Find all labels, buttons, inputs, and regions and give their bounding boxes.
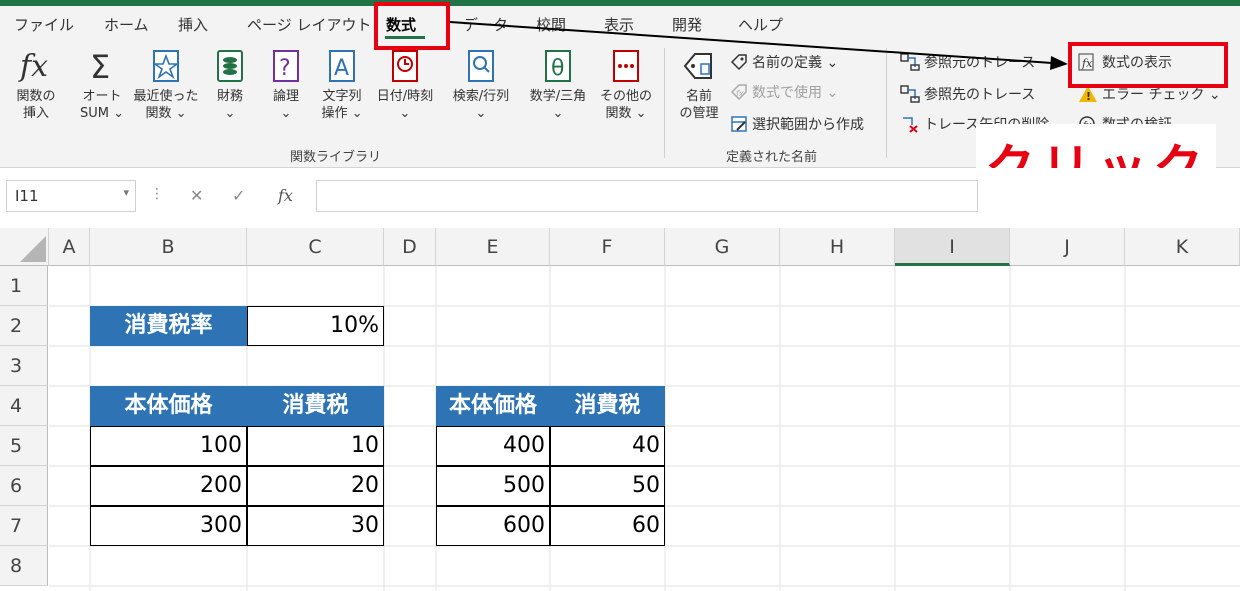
table2-header-price[interactable]: 本体価格 <box>436 386 550 426</box>
column-header-e[interactable]: E <box>436 228 550 266</box>
math-trig-label2: ⌄ <box>552 106 564 121</box>
table1-header-tax[interactable]: 消費税 <box>247 386 384 426</box>
lookup-reference-label2: ⌄ <box>475 106 487 121</box>
column-header-b[interactable]: B <box>90 228 247 266</box>
table1-header-price[interactable]: 本体価格 <box>90 386 247 426</box>
row-header-1[interactable]: 1 <box>0 266 48 306</box>
autosum-label2: SUM ⌄ <box>79 106 124 121</box>
row-header-5[interactable]: 5 <box>0 426 48 466</box>
function-library-group-label: 関数ライブラリ <box>290 150 382 165</box>
create-from-selection-icon <box>731 116 747 132</box>
column-header-j[interactable]: J <box>1010 228 1125 266</box>
table2-price-cell[interactable]: 400 <box>436 426 550 466</box>
chevron-down-icon[interactable]: ▾ <box>123 186 129 199</box>
name-box-value: I11 <box>15 187 39 205</box>
column-header-d[interactable]: D <box>384 228 436 266</box>
create-from-selection-button[interactable]: 選択範囲から作成 <box>730 114 864 134</box>
column-header-a[interactable]: A <box>49 228 90 266</box>
column-header-c[interactable]: C <box>247 228 384 266</box>
column-header-f[interactable]: F <box>550 228 665 266</box>
tax-rate-label-cell[interactable]: 消費税率 <box>90 306 247 346</box>
table1-price-cell[interactable]: 300 <box>90 506 247 546</box>
table1-price-cell[interactable]: 100 <box>90 426 247 466</box>
tax-rate-value-cell[interactable]: 10% <box>247 306 384 346</box>
date-time-label2: ⌄ <box>399 106 411 121</box>
create-from-selection-label: 選択範囲から作成 <box>752 117 864 133</box>
select-all-corner[interactable] <box>0 228 49 266</box>
table2-tax-cell[interactable]: 50 <box>550 466 665 506</box>
corner-triangle-icon <box>20 236 46 262</box>
formula-input[interactable] <box>316 180 978 212</box>
row-header-4[interactable]: 4 <box>0 386 48 426</box>
enter-icon[interactable]: ✓ <box>232 186 245 205</box>
name-manager-label2: の管理 <box>679 106 719 121</box>
annotation-arrow <box>449 21 1068 70</box>
insert-function-fx-icon[interactable]: fx <box>278 186 293 205</box>
column-header-g[interactable]: G <box>665 228 780 266</box>
logical-label2: ⌄ <box>280 106 292 121</box>
name-box[interactable]: I11 ▾ <box>6 180 136 212</box>
row-header-3[interactable]: 3 <box>0 346 48 386</box>
worksheet-grid: A B C D E F G H I J K 1 2 3 4 5 6 7 8 消費… <box>0 228 1240 591</box>
cancel-icon[interactable]: ✕ <box>190 186 203 205</box>
financial-label2: ⌄ <box>224 106 236 121</box>
table1-price-cell[interactable]: 200 <box>90 466 247 506</box>
recently-used-label2: 関数 ⌄ <box>145 106 187 121</box>
row-header-7[interactable]: 7 <box>0 506 48 546</box>
table1-tax-cell[interactable]: 10 <box>247 426 384 466</box>
row-header-2[interactable]: 2 <box>0 306 48 346</box>
table2-price-cell[interactable]: 500 <box>436 466 550 506</box>
row-header-6[interactable]: 6 <box>0 466 48 506</box>
table2-header-tax[interactable]: 消費税 <box>550 386 665 426</box>
more-functions-label2: 関数 ⌄ <box>605 106 647 121</box>
more-dots-icon: ⋮ <box>150 186 164 202</box>
remove-arrows-icon <box>903 117 918 133</box>
row-header-8[interactable]: 8 <box>0 546 48 586</box>
formula-bar: I11 ▾ ⋮ ✕ ✓ fx <box>0 168 1240 228</box>
defined-names-group-label: 定義された名前 <box>726 150 818 165</box>
column-header-i[interactable]: I <box>895 228 1010 266</box>
table2-price-cell[interactable]: 600 <box>436 506 550 546</box>
column-header-k[interactable]: K <box>1125 228 1240 266</box>
table2-tax-cell[interactable]: 40 <box>550 426 665 466</box>
table1-tax-cell[interactable]: 20 <box>247 466 384 506</box>
table2-tax-cell[interactable]: 60 <box>550 506 665 546</box>
column-header-h[interactable]: H <box>780 228 895 266</box>
insert-function-label2: 挿入 <box>22 106 49 121</box>
text-function-label2: 操作 ⌄ <box>321 106 363 121</box>
table1-tax-cell[interactable]: 30 <box>247 506 384 546</box>
